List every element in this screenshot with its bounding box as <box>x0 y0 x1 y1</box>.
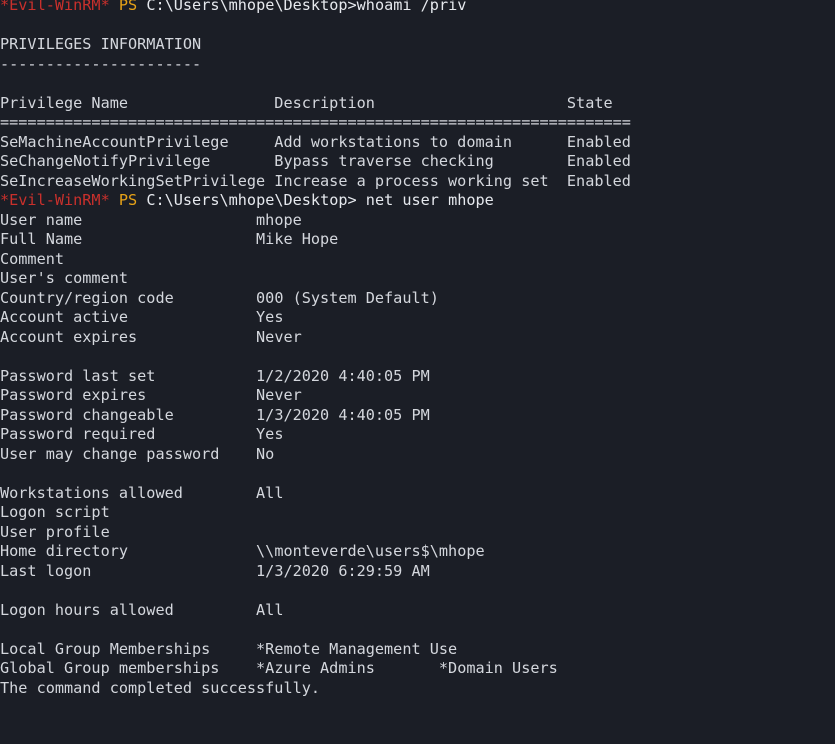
privileges-table-row: SeIncreaseWorkingSetPrivilege Increase a… <box>0 171 631 190</box>
privileges-table-separator: ========================================… <box>0 113 631 131</box>
command-status-line: The command completed successfully. <box>0 678 321 697</box>
net-user-field-value: mhope <box>256 210 302 229</box>
net-user-field-row: User name mhope <box>0 211 835 231</box>
net-user-field-value: 1/3/2020 4:40:05 PM <box>256 405 430 424</box>
net-user-field-row: Account expires Never <box>0 328 835 348</box>
net-user-field-label: Password required <box>0 425 257 443</box>
command-text[interactable]: whoami /priv <box>357 0 467 14</box>
net-user-field-label: User may change password <box>0 444 257 463</box>
prompt-ps: PS <box>118 191 138 209</box>
net-user-field-label: User profile <box>0 522 257 541</box>
privileges-table-header: Privilege Name Description State <box>0 93 613 112</box>
net-user-field-row: Home directory \\monteverde\users$\mhope <box>0 542 835 562</box>
net-user-field-row: User may change password No <box>0 445 835 465</box>
net-user-field-value: 1/2/2020 4:40:05 PM <box>256 366 430 385</box>
net-user-field-row: Password last set 1/2/2020 4:40:05 PM <box>0 367 835 387</box>
prompt-marker: *Evil-WinRM* <box>0 0 110 14</box>
prompt-ps: PS <box>118 0 138 14</box>
net-user-field-row: Account active Yes <box>0 308 835 328</box>
net-user-field-row: Full Name Mike Hope <box>0 230 835 250</box>
net-user-field-label: Account active <box>0 308 257 326</box>
privileges-table-row: SeMachineAccountPrivilege Add workstatio… <box>0 132 631 151</box>
net-user-field-row: Workstations allowed All <box>0 484 835 504</box>
global-group-memberships-row: Global Group memberships *Azure Admins *… <box>0 659 835 679</box>
net-user-field-row: Comment <box>0 250 835 270</box>
global-group-value-2: *Domain Users <box>438 659 558 677</box>
net-user-field-value: Yes <box>256 308 284 326</box>
local-group-memberships-row: Local Group Memberships *Remote Manageme… <box>0 640 835 660</box>
prompt-line-netuser[interactable]: *Evil-WinRM* PS C:\Users\mhope\Desktop> … <box>0 191 835 211</box>
local-group-label: Local Group Memberships <box>0 639 257 658</box>
net-user-field-value: All <box>256 600 284 619</box>
net-user-field-value: 1/3/2020 6:29:59 AM <box>256 561 430 580</box>
prompt-path: C:\Users\mhope\Desktop> <box>146 0 357 14</box>
net-user-field-label: Country/region code <box>0 288 257 307</box>
net-user-field-label: Workstations allowed <box>0 483 257 502</box>
global-group-label: Global Group memberships <box>0 659 257 677</box>
net-user-field-value: 000 (System Default) <box>256 288 439 307</box>
net-user-field-label: Comment <box>0 249 257 268</box>
net-user-field-row: Logon script <box>0 503 835 523</box>
net-user-field-row: Password expires Never <box>0 386 835 406</box>
net-user-field-row: Last logon 1/3/2020 6:29:59 AM <box>0 562 835 582</box>
net-user-field-label: Password last set <box>0 366 257 385</box>
net-user-field-value: Never <box>256 327 302 346</box>
privileges-heading: PRIVILEGES INFORMATION <box>0 35 202 53</box>
net-user-field-row: Password changeable 1/3/2020 4:40:05 PM <box>0 406 835 426</box>
prompt-path: C:\Users\mhope\Desktop> <box>146 191 366 209</box>
net-user-field-label: Account expires <box>0 327 257 346</box>
net-user-field-row: Logon hours allowed All <box>0 601 835 621</box>
net-user-field-value: Never <box>256 386 302 404</box>
local-group-value: *Remote Management Use <box>256 639 458 658</box>
net-user-field-label: Logon hours allowed <box>0 600 257 619</box>
net-user-field-label: Last logon <box>0 561 257 580</box>
net-user-field-label: Password changeable <box>0 405 257 424</box>
net-user-field-value: No <box>256 444 275 463</box>
net-user-field-label: Home directory <box>0 542 257 560</box>
privileges-heading-underline: ---------------------- <box>0 54 202 73</box>
net-user-field-value: \\monteverde\users$\mhope <box>256 542 485 560</box>
prompt-line-whoami[interactable]: *Evil-WinRM* PS C:\Users\mhope\Desktop>w… <box>0 0 835 16</box>
net-user-field-row: User's comment <box>0 269 835 289</box>
net-user-field-label: Password expires <box>0 386 257 404</box>
net-user-field-label: User name <box>0 210 257 229</box>
net-user-field-value: Yes <box>256 425 284 443</box>
net-user-field-value: Mike Hope <box>256 230 339 248</box>
net-user-field-row: User profile <box>0 523 835 543</box>
net-user-field-label: Logon script <box>0 503 257 521</box>
net-user-field-row: Country/region code 000 (System Default) <box>0 289 835 309</box>
net-user-field-label: User's comment <box>0 269 257 287</box>
terminal-window[interactable]: *Evil-WinRM* PS C:\Users\mhope\Desktop>w… <box>0 0 835 744</box>
net-user-field-label: Full Name <box>0 230 257 248</box>
privileges-table-row: SeChangeNotifyPrivilege Bypass traverse … <box>0 152 631 170</box>
global-group-value-1: *Azure Admins <box>256 659 439 677</box>
command-text[interactable]: net user mhope <box>366 191 494 209</box>
net-user-field-value: All <box>256 483 284 502</box>
terminal-screen: *Evil-WinRM* PS C:\Users\mhope\Desktop>w… <box>0 0 835 698</box>
net-user-field-row: Password required Yes <box>0 425 835 445</box>
prompt-marker: *Evil-WinRM* <box>0 191 110 209</box>
